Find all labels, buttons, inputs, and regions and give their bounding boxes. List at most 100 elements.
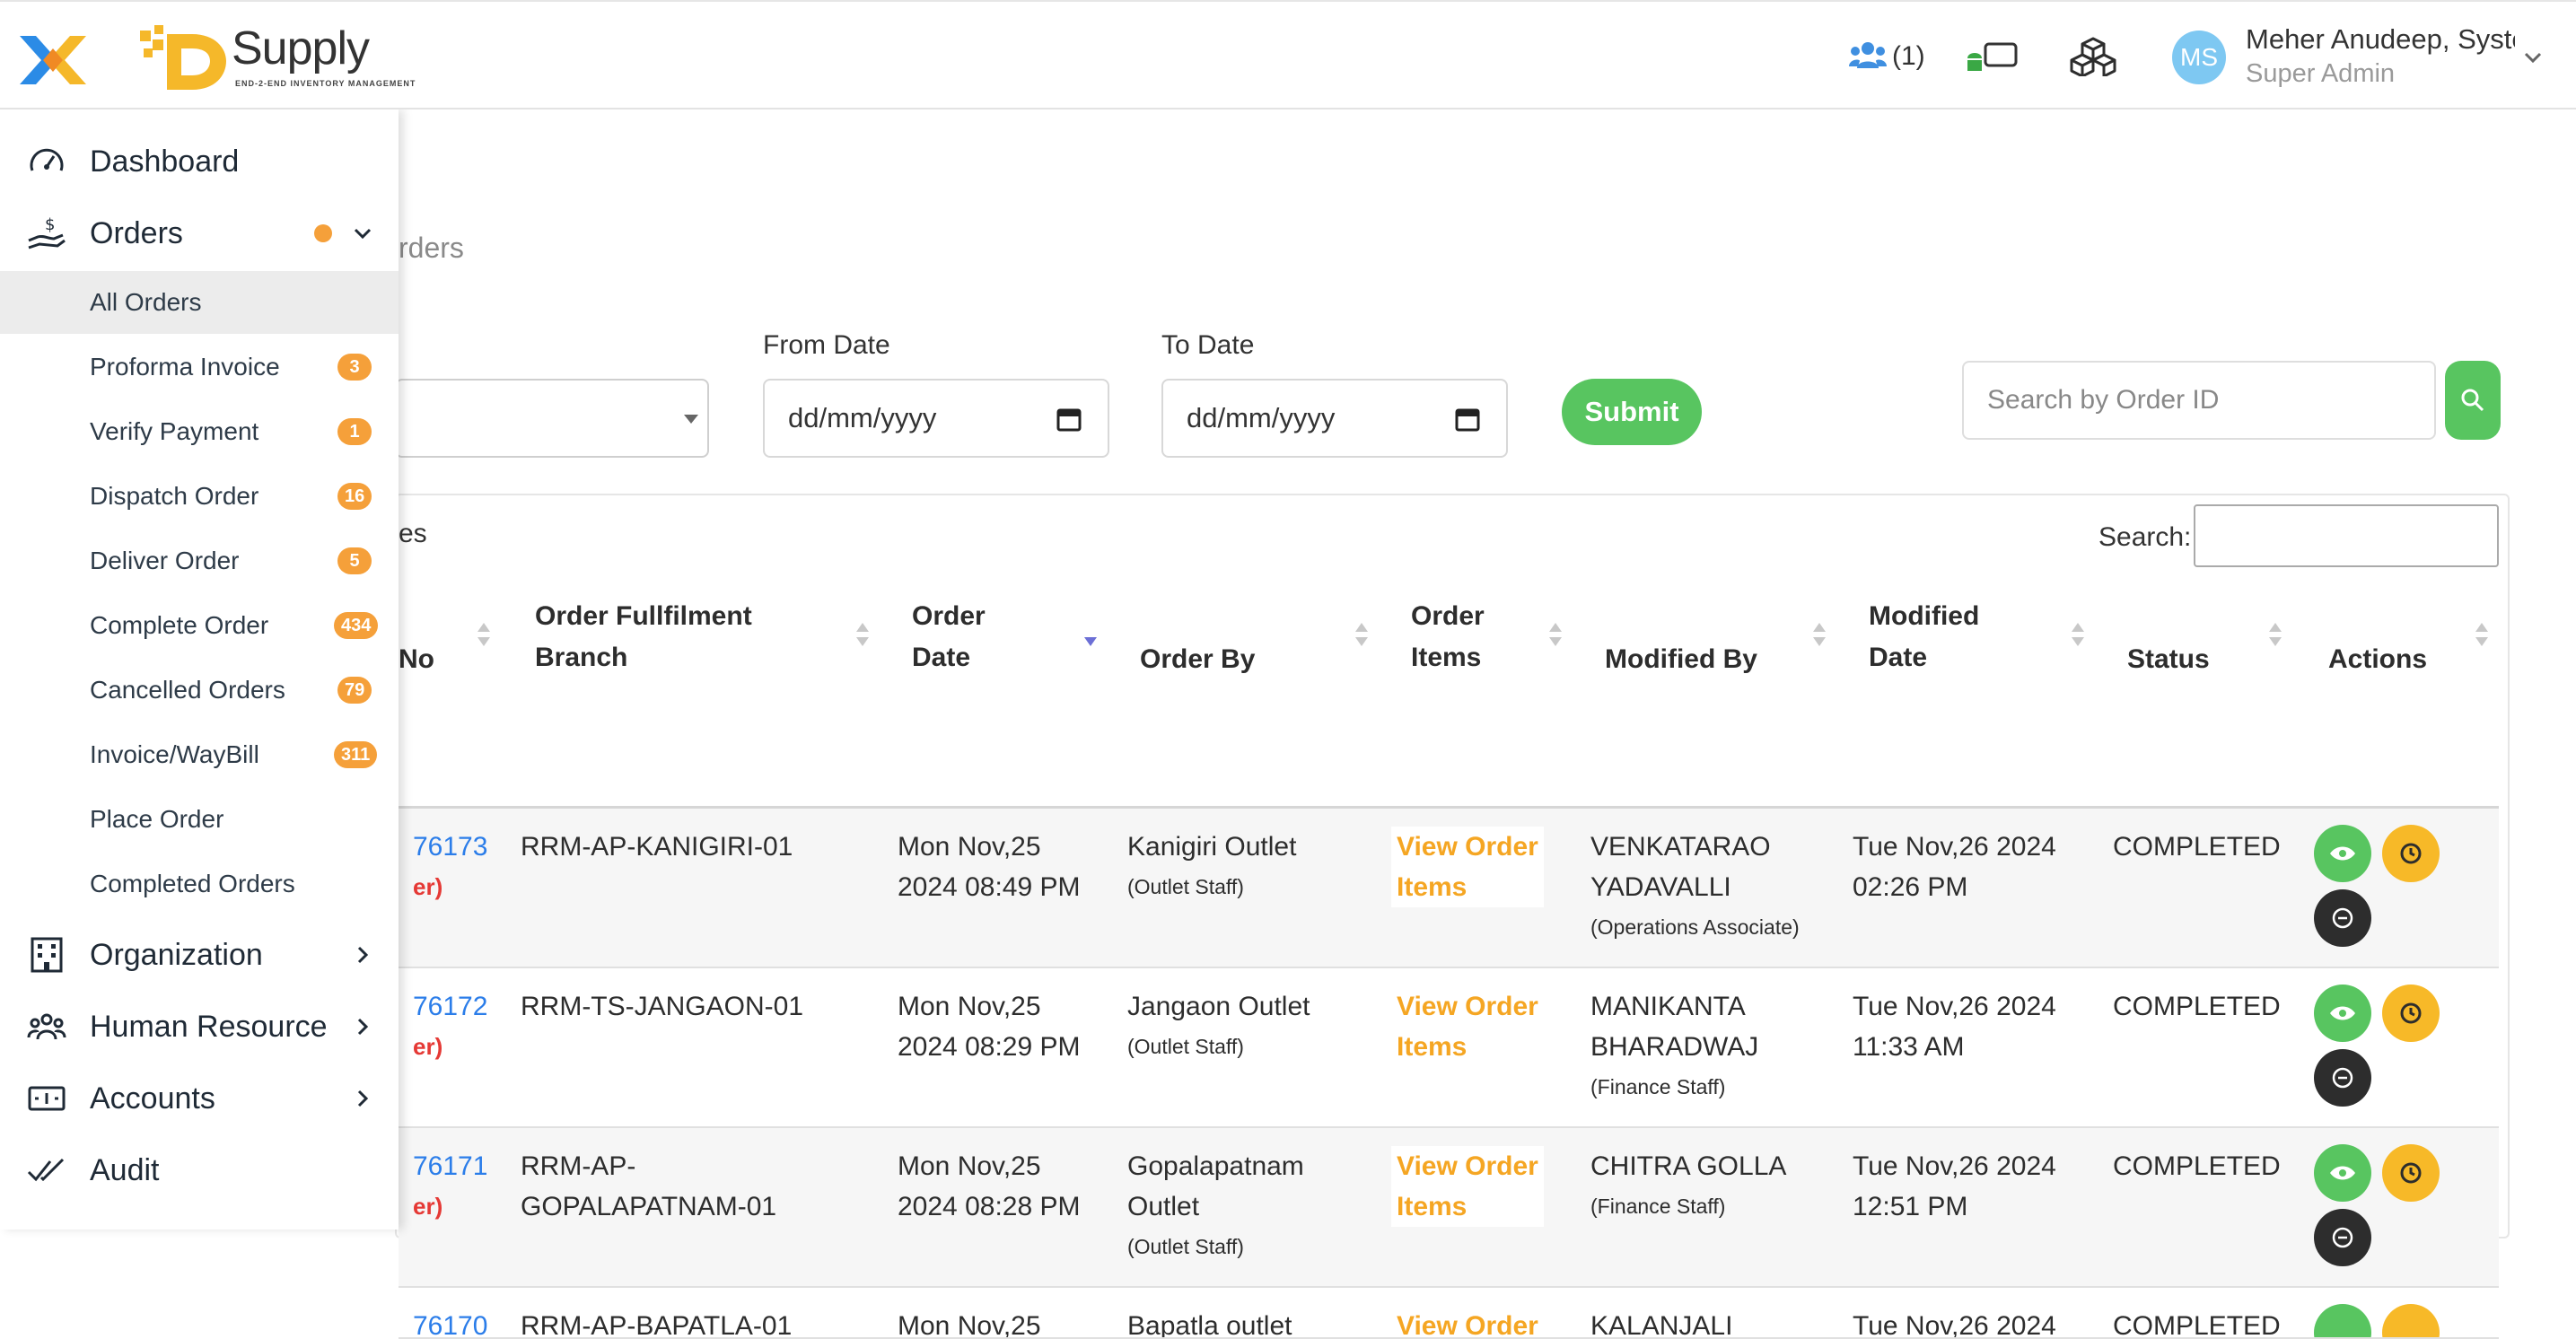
order-history-button[interactable]	[2382, 1144, 2440, 1202]
clock-icon	[2400, 843, 2422, 864]
col-header-branch[interactable]: Order Fullfilment Branch	[535, 596, 752, 678]
order-history-button[interactable]	[2382, 985, 2440, 1042]
col-header-order-by[interactable]: Order By	[1140, 639, 1255, 680]
order-id-link[interactable]: 76172	[413, 986, 487, 1027]
view-order-items-link[interactable]: View Order Items	[1391, 1146, 1544, 1227]
nav-dispatch-order[interactable]: Dispatch Order 16	[0, 465, 399, 528]
clock-icon	[2400, 1162, 2422, 1184]
modified-date-cell: Tue Nov,26 2024	[1853, 1311, 2056, 1339]
col-header-order-date[interactable]: Order Date	[912, 596, 986, 678]
col-header-no[interactable]: No	[399, 639, 434, 680]
nav-all-orders[interactable]: All Orders	[0, 271, 399, 334]
order-date-cell: Mon Nov,25 2024 08:49 PM	[898, 832, 1081, 902]
brand-tagline: END-2-END INVENTORY MANAGEMENT	[235, 79, 416, 88]
col-header-status[interactable]: Status	[2127, 639, 2210, 680]
nav-organization[interactable]: Organization	[0, 921, 399, 989]
users-count: (1)	[1892, 41, 1925, 71]
caret-down-icon	[684, 415, 698, 424]
nav-completed-orders[interactable]: Completed Orders	[0, 853, 399, 915]
online-users-button[interactable]: (1)	[1849, 34, 1925, 79]
order-history-button[interactable]	[2382, 825, 2440, 882]
submit-button[interactable]: Submit	[1562, 379, 1702, 445]
sort-icon[interactable]	[2475, 623, 2488, 650]
order-search-button[interactable]	[2445, 361, 2501, 440]
order-id-link[interactable]: 76170	[413, 1306, 487, 1337]
from-date-input[interactable]: dd/mm/yyyy	[763, 379, 1109, 458]
cancel-order-button[interactable]	[2314, 1049, 2371, 1107]
minus-circle-icon	[2332, 907, 2353, 929]
sort-icon[interactable]	[1355, 623, 1368, 650]
col-header-modified-by[interactable]: Modified By	[1605, 639, 1757, 680]
view-order-button[interactable]	[2314, 985, 2371, 1042]
user-name[interactable]: Meher Anudeep, Syste	[2246, 23, 2515, 56]
nav-verify-payment[interactable]: Verify Payment 1	[0, 400, 399, 463]
brand-name: Supply	[232, 22, 370, 74]
sort-icon[interactable]	[478, 623, 490, 650]
cancel-order-button[interactable]	[2314, 889, 2371, 947]
nav-orders[interactable]: $ Orders	[0, 199, 399, 267]
nav-complete-order[interactable]: Complete Order 434	[0, 594, 399, 657]
order-history-button[interactable]	[2382, 1304, 2440, 1337]
count-badge: 3	[337, 354, 372, 381]
col-header-modified-date[interactable]: Modified Date	[1869, 596, 1979, 678]
chevron-down-icon	[354, 228, 372, 240]
nav-place-order[interactable]: Place Order	[0, 788, 399, 851]
nav-invoice-waybill[interactable]: Invoice/WayBill 311	[0, 723, 399, 786]
clock-icon	[2400, 1002, 2422, 1024]
sort-icon[interactable]	[2072, 623, 2084, 650]
cancel-order-button[interactable]	[2314, 1209, 2371, 1266]
view-order-button[interactable]	[2314, 1144, 2371, 1202]
count-badge: 16	[337, 483, 372, 510]
nav-dashboard[interactable]: Dashboard	[0, 127, 399, 196]
user-avatar[interactable]: MS	[2172, 31, 2226, 84]
supply-logo-icon	[140, 25, 226, 90]
search-icon	[2461, 389, 2484, 412]
view-order-items-link[interactable]: View Order	[1391, 1306, 1544, 1337]
modified-by-cell: VENKATARAO YADAVALLI (Operations Associate…	[1590, 832, 1800, 939]
nav-deliver-order[interactable]: Deliver Order 5	[0, 529, 399, 592]
branch-select[interactable]	[395, 379, 709, 458]
inventory-button[interactable]	[2070, 34, 2116, 79]
building-icon	[31, 937, 63, 973]
nav-accounts[interactable]: Accounts	[0, 1064, 399, 1133]
to-date-placeholder: dd/mm/yyyy	[1187, 402, 1336, 433]
col-header-actions[interactable]: Actions	[2328, 639, 2427, 680]
view-order-button[interactable]	[2314, 1304, 2371, 1337]
count-badge: 79	[337, 677, 372, 704]
chevron-down-icon[interactable]	[2520, 45, 2545, 70]
view-order-button[interactable]	[2314, 825, 2371, 882]
android-tablet-icon	[1967, 42, 2018, 71]
sidebar: Dashboard $ Orders All Orders Proforma I…	[0, 109, 399, 1230]
count-badge: 5	[337, 547, 372, 574]
nav-cancelled-orders[interactable]: Cancelled Orders 79	[0, 659, 399, 722]
sort-icon[interactable]	[856, 623, 869, 650]
sort-icon[interactable]	[1813, 623, 1826, 650]
from-date-placeholder: dd/mm/yyyy	[788, 402, 937, 433]
nav-human-resource[interactable]: Human Resource	[0, 993, 399, 1061]
eye-icon	[2330, 1006, 2355, 1020]
view-order-items-link[interactable]: View Order Items	[1391, 986, 1544, 1067]
calendar-icon[interactable]	[1454, 406, 1481, 433]
minus-circle-icon	[2332, 1067, 2353, 1089]
sort-desc-icon[interactable]	[1084, 623, 1097, 650]
from-date-label: From Date	[763, 330, 890, 360]
to-date-input[interactable]: dd/mm/yyyy	[1161, 379, 1508, 458]
sort-icon[interactable]	[1549, 623, 1562, 650]
order-id-link[interactable]: 76171	[413, 1146, 487, 1186]
order-id-cell: 76172 er)	[413, 986, 487, 1067]
nav-proforma-invoice[interactable]: Proforma Invoice 3	[0, 336, 399, 398]
app-logo-icon[interactable]	[16, 23, 90, 97]
order-id-link[interactable]: 76173	[413, 827, 487, 867]
order-id-search-input[interactable]: Search by Order ID	[1962, 361, 2436, 440]
table-search-input[interactable]	[2194, 504, 2499, 567]
modified-by-cell: KALANJALI	[1590, 1311, 1733, 1339]
nav-audit[interactable]: Audit	[0, 1136, 399, 1204]
android-device-button[interactable]	[1966, 34, 2020, 79]
col-header-order-items[interactable]: Order Items	[1411, 596, 1485, 678]
boxes-icon	[2070, 37, 2116, 76]
sort-icon[interactable]	[2269, 623, 2282, 650]
calendar-icon[interactable]	[1056, 406, 1082, 433]
table-row: 76170 RRM-AP-BAPATLA-01 Mon Nov,25 Bapat…	[399, 1288, 2499, 1339]
branch-cell: RRM-AP-KANIGIRI-01	[521, 832, 793, 862]
view-order-items-link[interactable]: View Order Items	[1391, 827, 1544, 907]
